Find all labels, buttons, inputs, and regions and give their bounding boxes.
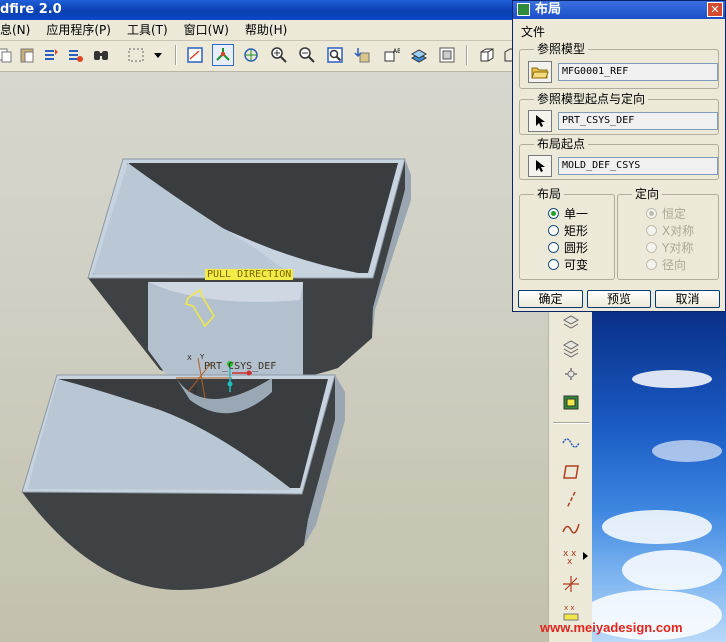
radio-button[interactable] — [548, 258, 559, 270]
menu-tools[interactable]: 工具(T) — [119, 21, 176, 39]
sketch-curve-icon[interactable] — [559, 430, 583, 454]
spin-center-icon[interactable] — [212, 44, 234, 66]
regenerate-icon[interactable] — [40, 44, 62, 66]
layout-dialog: 布局 ✕ 文件 参照模型 MFG0001_REF 参照模型起点与定向 PRT_C… — [512, 0, 726, 312]
regenerate-manager-icon[interactable] — [64, 44, 86, 66]
window-title: dfire 2.0 — [0, 2, 62, 17]
layout-option-circle[interactable]: 圆形 — [548, 239, 588, 255]
datum-curve-icon[interactable] — [559, 516, 583, 540]
ref-model-label: 参照模型 — [534, 42, 589, 56]
paste-icon[interactable] — [16, 44, 38, 66]
orientation-label: 定向 — [632, 187, 663, 201]
mold-volume-icon[interactable] — [559, 336, 583, 360]
csys-label: PRT_CSYS_DEF — [204, 361, 277, 372]
menu-window[interactable]: 窗口(W) — [176, 21, 237, 39]
cancel-button[interactable]: 取消 — [655, 290, 720, 308]
datum-plane-icon[interactable] — [559, 460, 583, 484]
layout-origin-group: 布局起点 MOLD_DEF_CSYS — [519, 137, 719, 180]
orient-mode-icon[interactable] — [240, 44, 262, 66]
dialog-menu-file[interactable]: 文件 — [521, 23, 545, 40]
view-manager-icon[interactable] — [436, 44, 458, 66]
mold-opening-icon[interactable] — [559, 390, 583, 414]
svg-text:x x: x x — [564, 604, 575, 612]
menu-info[interactable]: 息(N) — [0, 21, 38, 39]
cursor-arrow-icon — [536, 115, 545, 127]
selection-box-icon[interactable] — [126, 44, 148, 66]
layout-type-group: 布局 单一 矩形 圆形 可变 — [519, 187, 615, 280]
graphics-window[interactable]: PULL DIRECTION PRT_CSYS_DEF X Y Z — [0, 72, 548, 642]
ref-model-group: 参照模型 MFG0001_REF — [519, 42, 719, 89]
folder-open-icon — [531, 67, 549, 79]
pull-direction-label: PULL DIRECTION — [205, 269, 294, 280]
orientation-option-y-symmetric: Y对称 — [646, 239, 693, 255]
copy-icon[interactable] — [0, 44, 16, 66]
radio-button[interactable] — [548, 207, 559, 219]
select-ref-origin-button[interactable] — [528, 110, 552, 132]
open-folder-button[interactable] — [528, 61, 552, 83]
orientation-option-x-symmetric: X对称 — [646, 222, 694, 238]
layout-origin-label: 布局起点 — [534, 137, 589, 151]
datum-axis-icon[interactable] — [559, 488, 583, 512]
orientation-option-radial: 径向 — [646, 256, 686, 272]
orientation-group: 定向 恒定 X对称 Y对称 径向 — [617, 187, 719, 280]
redraw-icon[interactable] — [184, 44, 206, 66]
cursor-arrow-icon — [536, 160, 545, 172]
layers-icon[interactable] — [408, 44, 430, 66]
zoom-in-icon[interactable] — [268, 44, 290, 66]
close-icon[interactable]: ✕ — [707, 2, 723, 17]
ref-origin-group: 参照模型起点与定向 PRT_CSYS_DEF — [519, 92, 719, 135]
watermark-text: www.meiyadesign.com — [540, 620, 683, 635]
reorient-icon[interactable] — [352, 44, 374, 66]
saved-views-icon[interactable]: AB — [380, 44, 402, 66]
radio-button[interactable] — [548, 224, 559, 236]
datum-point-icon[interactable]: xxx — [559, 544, 583, 568]
svg-text:x: x — [567, 557, 573, 566]
axis-y-label: Y — [200, 353, 205, 361]
mold-model-view — [21, 158, 411, 590]
radio-button[interactable] — [548, 241, 559, 253]
orientation-option-constant: 恒定 — [646, 205, 686, 221]
layout-origin-field[interactable]: MOLD_DEF_CSYS — [558, 157, 718, 175]
chevron-down-icon[interactable] — [150, 44, 166, 66]
radio-button — [646, 241, 657, 253]
svg-text:AB: AB — [393, 48, 400, 55]
ref-origin-field[interactable]: PRT_CSYS_DEF — [558, 112, 718, 130]
radio-button — [646, 207, 657, 219]
layout-type-label: 布局 — [534, 187, 565, 201]
find-icon[interactable] — [90, 44, 112, 66]
layout-option-variable[interactable]: 可变 — [548, 256, 588, 272]
ref-model-field[interactable]: MFG0001_REF — [558, 63, 718, 81]
refit-icon[interactable] — [324, 44, 346, 66]
ref-origin-label: 参照模型起点与定向 — [534, 92, 649, 106]
axis-z-label: Z — [193, 387, 198, 395]
select-layout-origin-button[interactable] — [528, 155, 552, 177]
right-feature-toolbar: xxx x x — [548, 310, 593, 642]
menu-help[interactable]: 帮助(H) — [237, 21, 295, 39]
desktop-background — [592, 310, 726, 642]
app-icon — [517, 3, 530, 16]
dialog-title: 布局 — [535, 2, 562, 17]
dialog-title-bar[interactable]: 布局 ✕ — [513, 1, 725, 19]
axis-x-label: X — [187, 354, 192, 362]
datum-csys-icon[interactable] — [559, 572, 583, 596]
parting-surface-icon[interactable] — [559, 362, 583, 386]
menu-applications[interactable]: 应用程序(P) — [38, 21, 119, 39]
mold-cavity-icon[interactable] — [559, 310, 583, 334]
zoom-out-icon[interactable] — [296, 44, 318, 66]
radio-button — [646, 224, 657, 236]
ok-button[interactable]: 确定 — [518, 290, 583, 308]
layout-option-single[interactable]: 单一 — [548, 205, 588, 221]
preview-button[interactable]: 预览 — [587, 290, 651, 308]
layout-option-rectangle[interactable]: 矩形 — [548, 222, 588, 238]
chevron-right-icon[interactable] — [583, 552, 588, 560]
shading-icon[interactable] — [476, 44, 498, 66]
radio-button — [646, 258, 657, 270]
